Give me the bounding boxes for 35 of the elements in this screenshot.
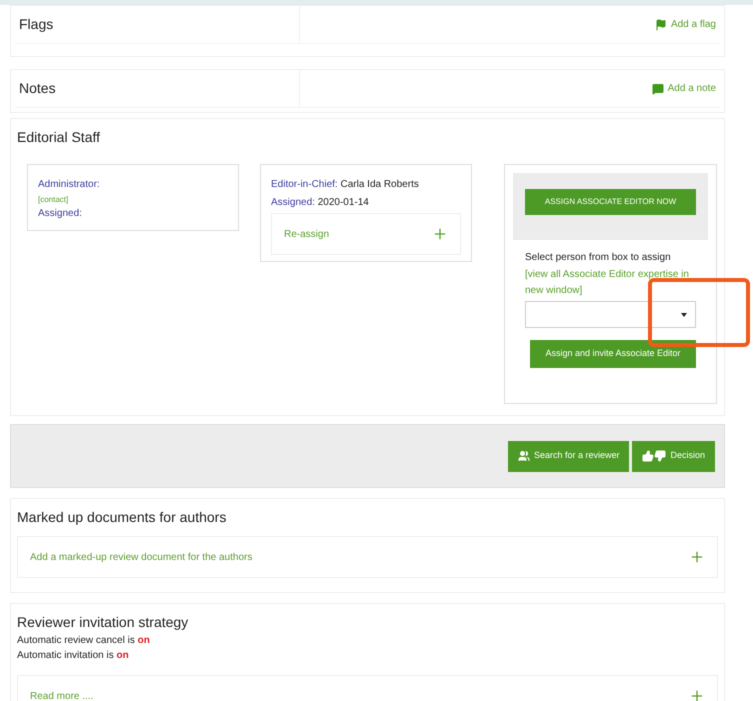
expand-link[interactable]: Add a marked-up review document for the authors [30,550,252,564]
section-title: Marked up documents for authors [17,508,228,527]
dropdown-icon [681,312,687,316]
thumbs-up-down-icon [642,450,666,462]
setting-text: Automatic invitation is on [17,649,130,663]
expand-row[interactable]: Re-assign [271,213,461,255]
expertise-link[interactable]: [view all Associate Editor expertise in new window] [525,267,696,299]
invite-button[interactable]: Assign and invite Associate Editor [530,340,696,368]
section-title: Reviewer invitation strategy [17,613,190,632]
flag-icon [654,18,667,30]
expand-row[interactable]: Add a marked-up review document for the authors [17,536,718,578]
instruction-text: Select person from box to assign [525,251,672,265]
section-title: Editorial Staff [17,128,102,147]
add-link[interactable]: Add a note [668,81,716,96]
action-button[interactable]: Search for a reviewer [508,440,630,472]
add-link[interactable]: Add a flag [670,17,716,32]
role-label: Administrator: [38,178,101,192]
section-title: Flags [19,15,54,34]
assign-now-button[interactable]: ASSIGN ASSOCIATE EDITOR NOW [525,189,696,215]
expand-link[interactable]: Re-assign [284,226,330,242]
plus-icon[interactable] [432,226,448,242]
person-select[interactable] [525,301,696,328]
assigned-date-text: Assigned: 2020-01-14 [271,196,370,210]
assigned-label: Assigned: [38,207,83,221]
users-icon [518,450,530,462]
contact-link[interactable]: [contact] [38,194,228,206]
setting-text: Automatic review cancel is on [17,634,151,648]
section-title: Notes [19,79,56,98]
editor-in-chief-text: Editor-in-Chief: Carla Ida Roberts [271,178,420,192]
expand-row[interactable]: Read more .... [17,675,718,701]
plus-icon[interactable] [689,688,705,701]
plus-icon[interactable] [689,549,705,565]
comment-icon [652,82,664,94]
action-button[interactable]: Decision [632,440,715,472]
expand-link[interactable]: Read more .... [30,688,94,701]
